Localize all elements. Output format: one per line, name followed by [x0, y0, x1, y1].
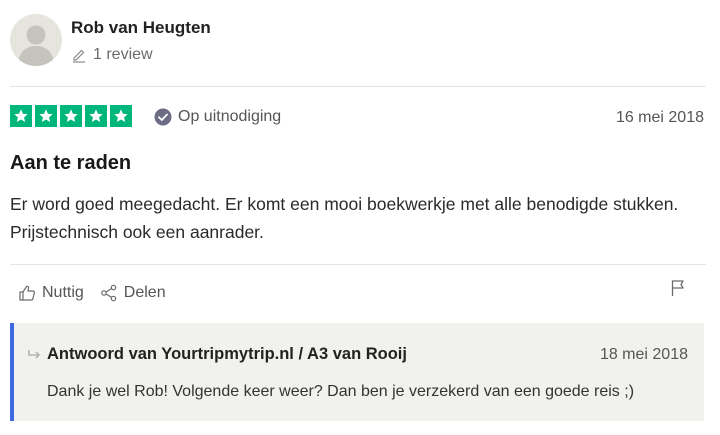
reply-date: 18 mei 2018 — [599, 346, 688, 363]
star-icon — [35, 105, 57, 127]
review-date: 16 mei 2018 — [615, 109, 704, 126]
review-body: Er word goed meegedacht. Er komt een moo… — [10, 194, 679, 242]
share-button[interactable]: Delen — [100, 284, 166, 302]
company-reply: Antwoord van Yourtripmytrip.nl / A3 van … — [10, 323, 704, 421]
avatar[interactable] — [10, 14, 62, 66]
review-count: 1 review — [71, 46, 153, 64]
star-icon — [85, 105, 107, 127]
thumbs-up-icon — [19, 285, 35, 301]
report-button[interactable] — [670, 279, 686, 302]
review-title[interactable]: Aan te raden — [10, 152, 131, 175]
review-count-label: 1 review — [93, 46, 153, 63]
star-rating — [10, 105, 132, 127]
star-icon — [110, 105, 132, 127]
verified-label: Op uitnodiging — [178, 108, 282, 125]
verified-badge[interactable]: Op uitnodiging — [154, 108, 281, 126]
reply-arrow-icon — [28, 350, 41, 359]
share-icon — [100, 284, 117, 302]
reply-body: Dank je wel Rob! Volgende keer weer? Dan… — [47, 383, 635, 400]
user-silhouette-icon — [18, 25, 54, 66]
review-actions: Nuttig Delen — [18, 284, 166, 302]
flag-icon — [671, 280, 684, 296]
share-label: Delen — [123, 284, 166, 301]
star-icon — [60, 105, 82, 127]
reply-title: Antwoord van Yourtripmytrip.nl / A3 van … — [47, 345, 407, 363]
header-divider — [10, 86, 706, 87]
reviewer-name[interactable]: Rob van Heugten — [71, 18, 211, 38]
content-divider — [10, 264, 706, 265]
useful-label: Nuttig — [42, 284, 84, 301]
star-icon — [10, 105, 32, 127]
pencil-icon — [73, 49, 85, 63]
useful-button[interactable]: Nuttig — [18, 284, 84, 302]
checkmark-circle-icon — [154, 108, 172, 126]
